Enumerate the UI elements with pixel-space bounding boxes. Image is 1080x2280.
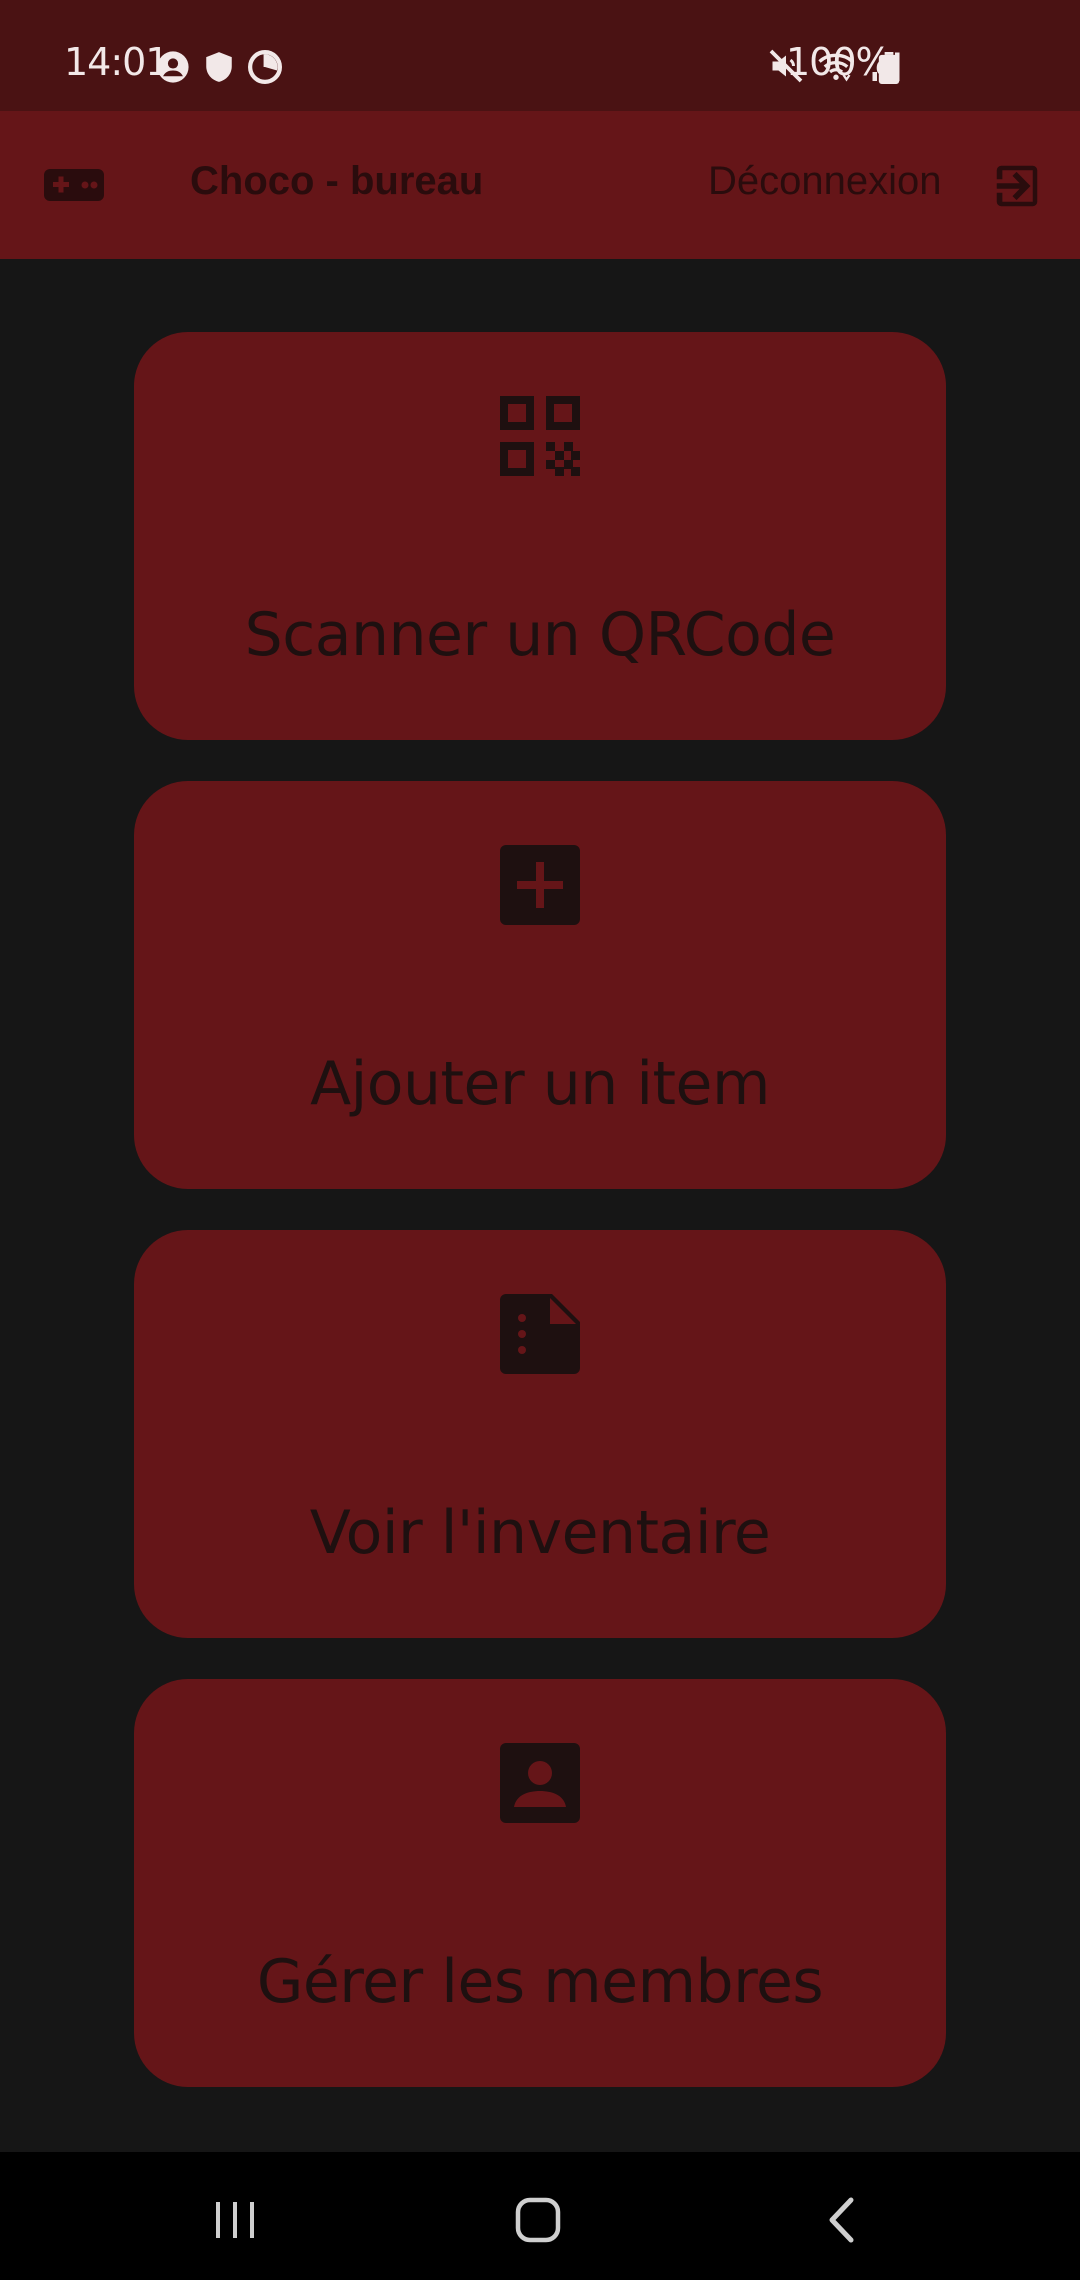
card-label: Scanner un QRCode (244, 600, 836, 670)
status-left-icons (156, 50, 282, 84)
card-label: Voir l'inventaire (309, 1498, 771, 1568)
app-title: Choco - bureau (190, 159, 484, 203)
manage-members-button[interactable]: Gérer les membres (134, 1679, 946, 2087)
card-label: Gérer les membres (256, 1947, 824, 2017)
qr-code-icon (500, 396, 580, 476)
status-bar: 14:01 100% (0, 0, 1080, 111)
recent-apps-icon[interactable] (195, 2180, 275, 2260)
logout-button[interactable]: Déconnexion (708, 159, 942, 204)
contact-card-icon (500, 1743, 580, 1823)
account-circle-icon (157, 51, 189, 83)
data-saver-icon (248, 50, 282, 84)
card-label: Ajouter un item (310, 1049, 770, 1119)
battery-icon (878, 52, 900, 84)
add-item-button[interactable]: Ajouter un item (134, 781, 946, 1189)
home-icon[interactable] (498, 2180, 578, 2260)
main-menu: Scanner un QRCode Ajouter un item Voir l… (0, 259, 1080, 2152)
status-time: 14:01 (64, 40, 170, 84)
document-list-icon (500, 1294, 580, 1374)
back-icon[interactable] (801, 2180, 881, 2260)
scan-qrcode-button[interactable]: Scanner un QRCode (134, 332, 946, 740)
battery-percent: 100% (786, 40, 892, 84)
system-nav-bar (0, 2152, 1080, 2280)
logout-icon[interactable] (990, 159, 1044, 213)
add-box-icon (500, 845, 580, 925)
app-bar: Choco - bureau Déconnexion (0, 111, 1080, 259)
view-inventory-button[interactable]: Voir l'inventaire (134, 1230, 946, 1638)
gamepad-icon[interactable] (42, 163, 106, 207)
shield-icon (206, 52, 232, 82)
